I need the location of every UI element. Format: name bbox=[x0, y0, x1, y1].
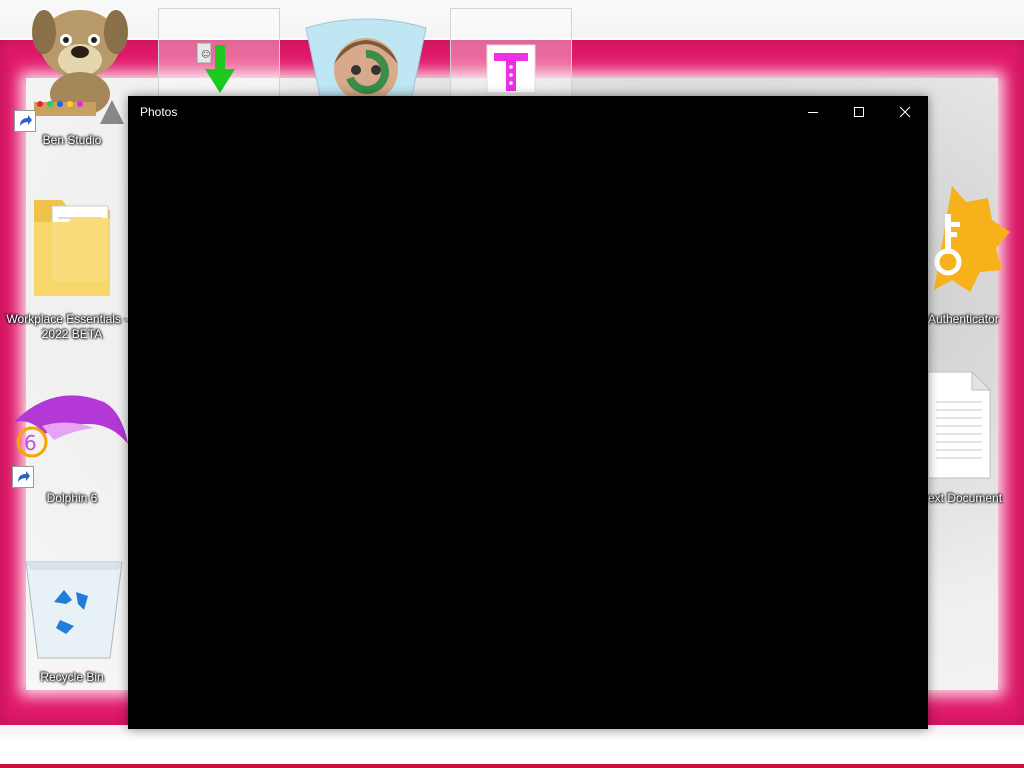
wallpaper-bottom-line bbox=[0, 764, 1024, 768]
desktop-icon-workplace-essentials[interactable]: Workplace Essentials - J 2022 BETA bbox=[6, 190, 138, 346]
wallpaper-bottom-strip bbox=[0, 725, 1024, 768]
svg-text:☺: ☺ bbox=[201, 49, 210, 60]
desktop-icon-label: Workplace Essentials - J 2022 BETA bbox=[6, 312, 138, 341]
download-shortcut-tile[interactable]: ☺ bbox=[158, 8, 280, 98]
window-title: Photos bbox=[140, 105, 178, 119]
desktop-icon-recycle-bin[interactable]: Recycle Bin bbox=[14, 546, 130, 688]
close-icon bbox=[899, 106, 911, 118]
maximize-icon bbox=[854, 107, 864, 117]
folder-icon bbox=[34, 200, 110, 296]
pink-t-icon bbox=[486, 44, 536, 94]
recycle-bin-icon bbox=[25, 561, 123, 659]
desktop-icon-label: Ben Studio bbox=[42, 133, 102, 147]
desktop-icon-label: Authenticator bbox=[928, 312, 999, 326]
desktop-icon-label: Recycle Bin bbox=[40, 670, 104, 684]
minimize-icon bbox=[808, 112, 818, 113]
svg-text:6: 6 bbox=[24, 431, 37, 455]
maximize-button[interactable] bbox=[836, 96, 882, 128]
download-arrow-icon: ☺ bbox=[196, 42, 235, 93]
desktop-icon-label: ext Document bbox=[928, 491, 1003, 505]
close-button[interactable] bbox=[882, 96, 928, 128]
text-app-shortcut-tile[interactable] bbox=[450, 8, 572, 98]
recycle-face-icon[interactable] bbox=[304, 6, 428, 102]
desktop-icon-ben-studio[interactable]: Ben Studio bbox=[14, 4, 130, 150]
minimize-button[interactable] bbox=[790, 96, 836, 128]
shortcut-arrow-icon bbox=[12, 466, 34, 488]
shortcut-arrow-icon bbox=[14, 110, 36, 132]
desktop-icon-label: Dolphin 6 bbox=[46, 491, 98, 505]
photos-window[interactable]: Photos bbox=[128, 96, 928, 729]
desktop-icon-dolphin-6[interactable]: 6 Dolphin 6 bbox=[12, 388, 130, 510]
title-bar[interactable]: Photos bbox=[128, 96, 928, 128]
photo-viewer-canvas[interactable] bbox=[128, 128, 928, 729]
